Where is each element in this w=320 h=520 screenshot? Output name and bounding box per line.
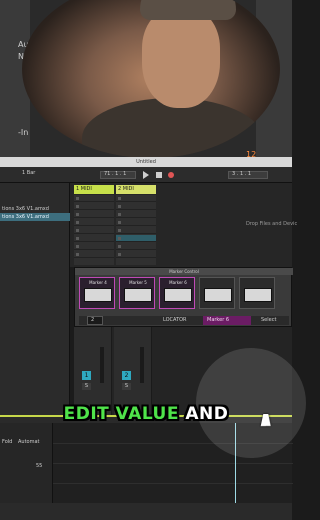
marker-pad-label: Marker 6 xyxy=(169,280,187,285)
marker-pad[interactable]: Marker 6 xyxy=(159,277,195,309)
mixer-strip-2: 2 S xyxy=(114,327,152,415)
clip-slot[interactable] xyxy=(116,203,156,210)
solo-button[interactable]: S xyxy=(122,383,131,390)
marker-pad-display xyxy=(164,288,192,302)
quantize-menu[interactable]: 1 Bar xyxy=(22,170,35,176)
marker-pad-display xyxy=(244,288,272,302)
level-meter xyxy=(100,347,104,383)
clip-slot[interactable] xyxy=(74,251,114,258)
level-meter xyxy=(140,347,144,383)
presenter-cap xyxy=(140,0,236,20)
track-number-badge[interactable]: 1 xyxy=(82,371,91,380)
track-header-2[interactable]: 2 MIDI xyxy=(116,185,156,194)
number-field[interactable] xyxy=(87,316,103,325)
caption-highlight: EDIT VALUE xyxy=(63,404,179,424)
play-icon[interactable] xyxy=(143,171,149,179)
clip-slot[interactable] xyxy=(74,227,114,234)
browser-item[interactable]: tions 3x6 V1.amxd xyxy=(0,205,70,213)
highlight-circle xyxy=(196,348,306,458)
locator-label: LOCATOR xyxy=(163,317,187,323)
mixer-strip-1: 1 S xyxy=(74,327,112,415)
marker-pad-display xyxy=(204,288,232,302)
marker-pad[interactable]: Marker 5 xyxy=(119,277,155,309)
clip-column-1 xyxy=(74,195,114,265)
clip-slot[interactable] xyxy=(74,203,114,210)
clip-slot[interactable] xyxy=(116,211,156,218)
grid-line xyxy=(53,463,293,464)
fold-button[interactable]: Fold xyxy=(2,439,12,445)
clip-slot[interactable] xyxy=(116,243,156,250)
marker-pad-label: Marker 5 xyxy=(129,280,147,285)
solo-button[interactable]: S xyxy=(82,383,91,390)
end-position-value: 3 . 1 . 1 xyxy=(232,171,252,177)
clip-slot[interactable] xyxy=(74,243,114,250)
track-number-badge[interactable]: 2 xyxy=(122,371,131,380)
track-header-1[interactable]: 1 MIDI xyxy=(74,185,114,194)
presenter-face xyxy=(142,8,220,108)
session-view: 1 MIDI 2 MIDI Drop Files and Devic xyxy=(70,183,297,267)
marker-pad-empty[interactable] xyxy=(199,277,235,309)
clip-slot-selected[interactable] xyxy=(116,235,156,242)
scale-label: 55 xyxy=(36,463,43,469)
marker-pad-display xyxy=(124,288,152,302)
clip-slot[interactable] xyxy=(74,195,114,202)
webcam-portrait xyxy=(22,0,280,158)
marker-pad-empty[interactable] xyxy=(239,277,275,309)
record-icon[interactable] xyxy=(168,172,174,178)
drop-files-hint: Drop Files and Devic xyxy=(246,221,298,227)
grid-line xyxy=(53,483,293,484)
window-titlebar: Untitled xyxy=(0,157,292,167)
transport-bar: 1 Bar 71 . 1 . 1 3 . 1 . 1 xyxy=(0,167,292,183)
clip-column-2 xyxy=(116,195,156,265)
marker-select-value: Marker 6 xyxy=(207,317,230,323)
marker-control-device: Marker Control Marker 4 Marker 5 Marker … xyxy=(74,267,293,327)
browser-item-selected[interactable]: tions 3x6 V1.amxd xyxy=(0,213,70,221)
automation-menu[interactable]: Automat xyxy=(18,439,40,445)
webcam-label: -In xyxy=(18,128,29,137)
clip-slot[interactable] xyxy=(116,227,156,234)
clip-slot[interactable] xyxy=(116,195,156,202)
device-control-bar: 2 LOCATOR Marker 6 Select xyxy=(79,316,289,325)
position-value: 71 . 1 . 1 xyxy=(104,171,127,177)
clip-slot[interactable] xyxy=(116,251,156,258)
marker-pad-display xyxy=(84,288,112,302)
video-caption: EDIT VALUE AND xyxy=(0,404,292,424)
clip-slot[interactable] xyxy=(74,219,114,226)
clip-slot[interactable] xyxy=(74,211,114,218)
marker-pad-label: Marker 4 xyxy=(89,280,107,285)
webcam-overlay: Au Ni -In 12 xyxy=(0,0,292,160)
marker-pad[interactable]: Marker 4 xyxy=(79,277,115,309)
clip-slot[interactable] xyxy=(74,235,114,242)
number-value: 2 xyxy=(91,317,95,323)
clip-slot[interactable] xyxy=(116,219,156,226)
stop-icon[interactable] xyxy=(156,172,162,178)
select-button[interactable]: Select xyxy=(261,317,276,323)
device-title: Marker Control xyxy=(75,268,293,275)
caption-text: AND xyxy=(178,404,229,424)
window-title: Untitled xyxy=(136,159,156,165)
editor-side-panel: Fold Automat 55 xyxy=(0,423,52,503)
browser-panel: tions 3x6 V1.amxd tions 3x6 V1.amxd xyxy=(0,183,70,415)
